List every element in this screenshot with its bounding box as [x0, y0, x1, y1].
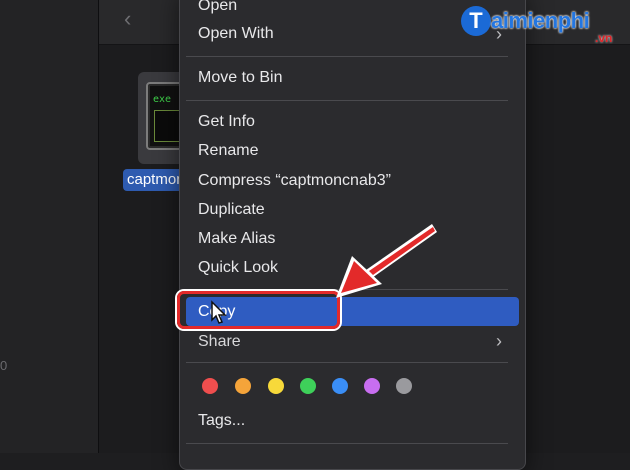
- watermark-letter: T: [461, 6, 491, 36]
- annotation-arrow: [336, 224, 437, 298]
- mouse-pointer-icon: [211, 300, 227, 324]
- watermark-text: aimienphi: [491, 8, 590, 33]
- watermark-domain: .vn: [595, 31, 613, 45]
- watermark-logo: T aimienphi .vn: [461, 2, 630, 48]
